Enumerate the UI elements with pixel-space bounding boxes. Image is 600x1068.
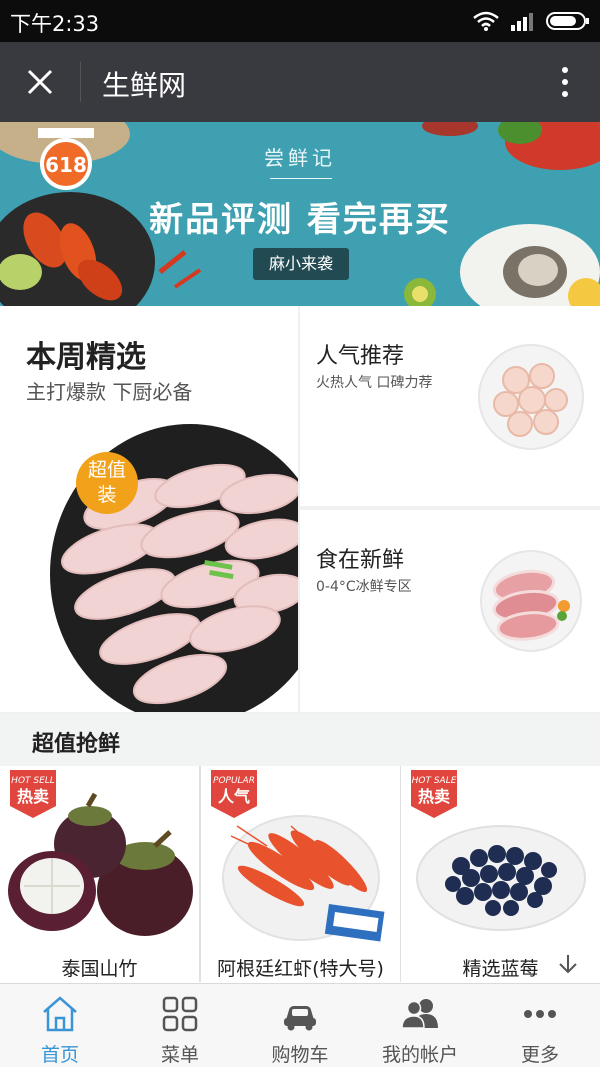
promo-weekly-subtitle: 主打爆款 下厨必备 xyxy=(26,380,193,404)
more-menu-button[interactable] xyxy=(550,62,580,102)
close-button[interactable] xyxy=(18,60,62,104)
wifi-icon xyxy=(473,11,499,31)
product-list: HOT SELL 热卖 泰国山竹 POPULAR 人气 阿根廷红虾(特大号) H… xyxy=(0,766,600,982)
nav-divider xyxy=(80,62,81,102)
hot-sell-tag-en: HOT SELL xyxy=(11,776,55,786)
promo-popular-title: 人气推荐 xyxy=(316,344,405,369)
tab-cart-label: 购物车 xyxy=(271,1044,329,1066)
banner-subtitle: 尝鲜记 xyxy=(264,146,336,170)
signal-icon xyxy=(511,13,533,31)
tab-more-label: 更多 xyxy=(520,1044,559,1066)
tab-account[interactable]: 我的帐户 xyxy=(360,984,480,1068)
home-icon xyxy=(43,996,77,1032)
section-header: 超值抢鲜 xyxy=(0,714,600,766)
product-name: 阿根廷红虾(特大号) xyxy=(217,958,384,980)
hot-sale-tag-en: HOT SALE xyxy=(412,776,457,786)
banner-tag: 麻小来袭 xyxy=(253,248,349,280)
more-icon xyxy=(524,1010,556,1018)
tab-menu[interactable]: 菜单 xyxy=(120,984,240,1068)
promo-card-popular[interactable]: 人气推荐 火热人气 口碑力荐 xyxy=(300,306,600,506)
tab-more[interactable]: 更多 xyxy=(480,984,600,1068)
banner-title: 新品评测 看完再买 xyxy=(149,200,451,240)
pork-chop-plate-image xyxy=(480,550,582,652)
scroll-down-button[interactable] xyxy=(548,944,588,984)
promo-fresh-subtitle: 0-4°C冰鲜专区 xyxy=(316,579,412,595)
promo-weekly-title: 本周精选 xyxy=(26,340,146,375)
product-card-red-shrimp[interactable]: POPULAR 人气 阿根廷红虾(特大号) xyxy=(201,766,400,982)
page-title: 生鲜网 xyxy=(102,69,187,102)
battery-icon xyxy=(546,12,589,30)
status-icons xyxy=(472,10,590,32)
promo-grid: 本周精选 主打爆款 下厨必备 超值装 人气推荐 火热人气 口碑力荐 食在新鲜 0… xyxy=(0,306,600,714)
hot-sell-tag: HOT SELL 热卖 xyxy=(10,770,56,818)
chicken-wings-image xyxy=(50,424,298,712)
hot-sale-tag-cn: 热卖 xyxy=(418,787,450,806)
users-icon xyxy=(401,999,438,1029)
more-vertical-icon xyxy=(562,67,568,97)
section-title: 超值抢鲜 xyxy=(32,732,121,757)
promo-popular-subtitle: 火热人气 口碑力荐 xyxy=(316,375,433,391)
promo-fresh-title: 食在新鲜 xyxy=(316,548,405,573)
popular-tag-en: POPULAR xyxy=(213,776,255,786)
product-name: 泰国山竹 xyxy=(61,958,138,980)
grid-icon xyxy=(162,996,198,1032)
hot-sale-tag: HOT SALE 热卖 xyxy=(411,770,457,818)
car-icon xyxy=(284,1006,316,1031)
status-time: 下午2:33 xyxy=(10,12,100,36)
arrow-down-icon xyxy=(559,955,577,974)
nav-bar: 生鲜网 xyxy=(0,42,600,122)
value-pack-badge-text: 超值装 xyxy=(87,459,126,506)
popular-tag-cn: 人气 xyxy=(218,787,250,806)
tab-cart[interactable]: 购物车 xyxy=(240,984,360,1068)
tab-bar: 首页 菜单 购物车 我的帐户 更多 xyxy=(0,983,600,1067)
popular-tag: POPULAR 人气 xyxy=(211,770,257,818)
promo-card-weekly[interactable]: 本周精选 主打爆款 下厨必备 超值装 xyxy=(0,306,298,712)
promo-banner[interactable]: 618 尝鲜记 新品评测 看完再买 麻小来袭 xyxy=(0,122,600,306)
tab-account-label: 我的帐户 xyxy=(381,1044,458,1066)
tab-home-label: 首页 xyxy=(40,1044,79,1066)
tab-menu-label: 菜单 xyxy=(160,1044,199,1066)
shrimp-plate-image xyxy=(478,344,584,450)
status-bar: 下午2:33 xyxy=(0,0,600,42)
tab-home[interactable]: 首页 xyxy=(0,984,120,1068)
close-icon xyxy=(27,69,53,95)
product-card-mangosteen[interactable]: HOT SELL 热卖 泰国山竹 xyxy=(0,766,199,982)
hot-sell-tag-cn: 热卖 xyxy=(17,787,49,806)
banner-divider xyxy=(270,178,332,179)
promo-card-fresh[interactable]: 食在新鲜 0-4°C冰鲜专区 xyxy=(300,510,600,712)
